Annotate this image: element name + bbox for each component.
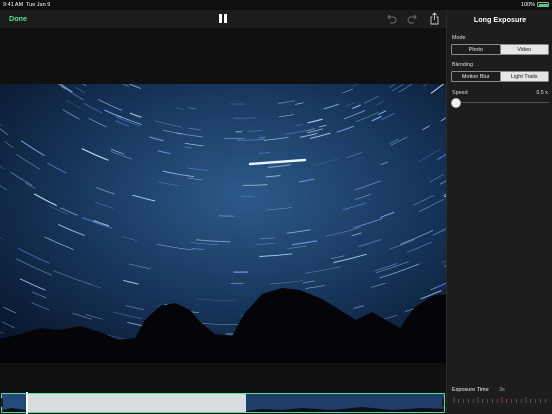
mode-segmented-control: Photo Video [451, 44, 549, 55]
speed-label: Speed [452, 90, 468, 96]
status-bar: 9:41 AM Tue Jan 9 100% [0, 0, 552, 10]
exposure-time-ruler[interactable] [452, 396, 549, 404]
share-icon[interactable] [429, 12, 440, 25]
status-right: 100% [521, 2, 549, 8]
battery-icon [537, 2, 549, 7]
playhead[interactable] [26, 392, 28, 414]
pause-icon[interactable] [219, 14, 228, 23]
speed-slider-track[interactable] [455, 102, 549, 104]
top-toolbar: Done [0, 10, 446, 28]
timeline-frames[interactable] [1, 393, 445, 413]
blending-light-trails-option[interactable]: Light Trails [499, 72, 548, 81]
redo-icon[interactable] [407, 13, 419, 25]
status-date: Tue Jan 9 [26, 1, 51, 8]
mode-label: Mode [452, 35, 466, 41]
blending-segmented-control: Motion Blur Light Trails [451, 71, 549, 82]
timeline-scrubber[interactable] [0, 392, 446, 414]
done-button[interactable]: Done [9, 14, 27, 23]
exposure-time-value: 3s [499, 387, 505, 393]
timeline-handle-right[interactable] [442, 398, 444, 407]
timeline-handle-left[interactable] [1, 398, 3, 407]
mode-video-option[interactable]: Video [499, 45, 548, 54]
speed-slider-knob[interactable] [451, 98, 461, 108]
status-time: 9:41 AM [3, 1, 24, 8]
undo-icon[interactable] [385, 13, 397, 25]
speed-value: 0.5 x [536, 90, 548, 96]
panel-title: Long Exposure [473, 15, 527, 24]
blending-label: Blending [452, 62, 473, 68]
preview-canvas [0, 28, 446, 392]
mode-photo-option[interactable]: Photo [452, 45, 500, 54]
exposure-time-label: Exposure Time [452, 387, 489, 393]
blending-motion-blur-option[interactable]: Motion Blur [452, 72, 500, 81]
star-trails-photo [0, 84, 446, 363]
settings-panel: Long Exposure Mode Photo Video Blending … [446, 10, 552, 414]
battery-percent: 100% [520, 1, 535, 8]
